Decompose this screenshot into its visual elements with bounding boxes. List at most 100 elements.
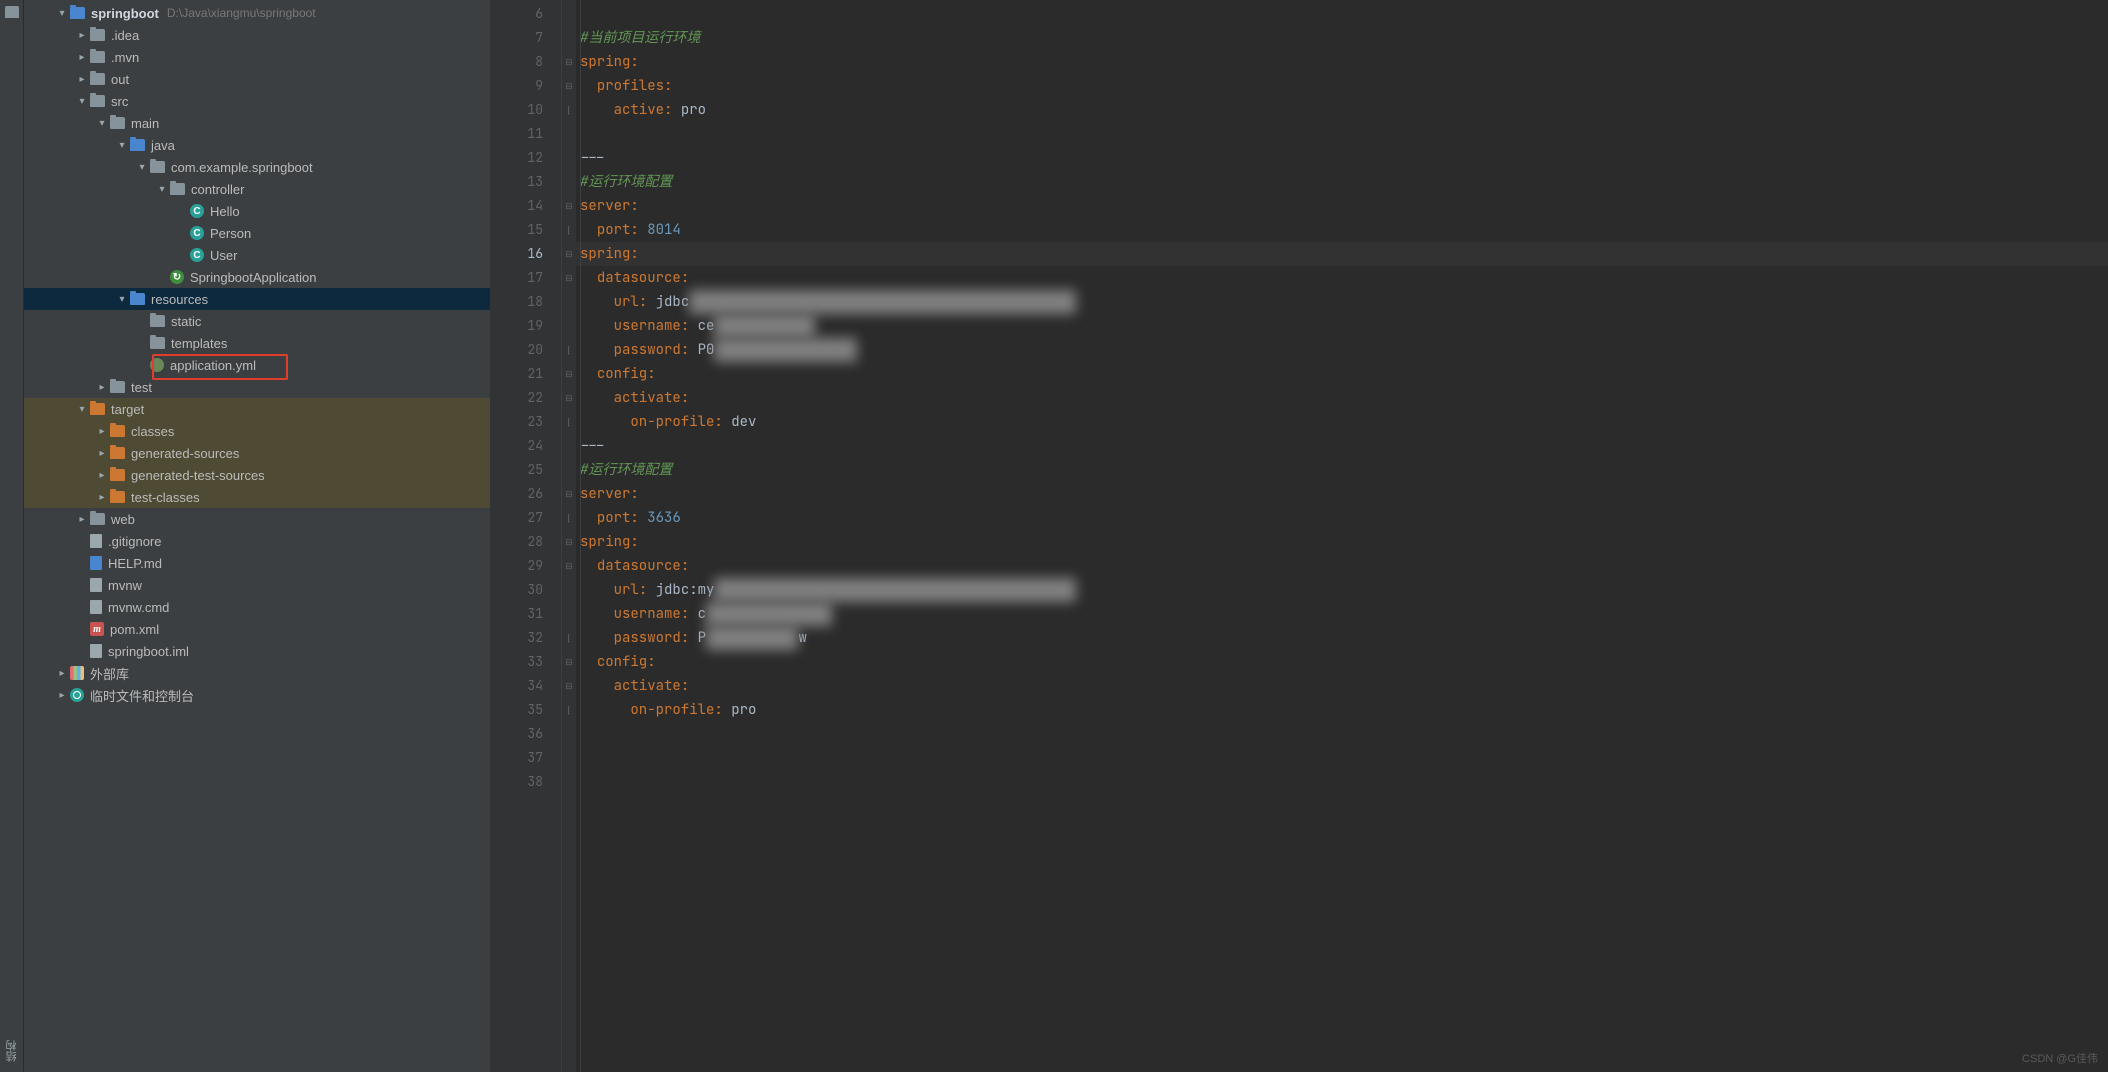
line-number[interactable]: 25 [490,458,543,482]
tree-item-mvnw-cmd[interactable]: mvnw.cmd [24,596,490,618]
code-line[interactable]: port: 8014 [576,218,2108,242]
line-number[interactable]: 35 [490,698,543,722]
project-tree[interactable]: springboot D:\Java\xiangmu\springboot .i… [24,0,490,1072]
fold-marker[interactable]: ⊟ [562,674,576,698]
chevron-right-icon[interactable] [94,470,110,481]
tree-item-iml[interactable]: springboot.iml [24,640,490,662]
line-number[interactable]: 17 [490,266,543,290]
tree-item-package[interactable]: com.example.springboot [24,156,490,178]
fold-marker[interactable]: ⌊ [562,626,576,650]
fold-marker[interactable]: ⊟ [562,530,576,554]
tree-item-ext-libs[interactable]: 外部库 [24,662,490,684]
tree-item-application-yml[interactable]: application.yml [24,354,490,376]
code-line[interactable]: datasource: [576,266,2108,290]
chevron-down-icon[interactable] [134,162,150,173]
structure-tool-tab[interactable]: 结构 [4,1040,20,1062]
line-number[interactable]: 24 [490,434,543,458]
fold-marker[interactable]: ⊟ [562,554,576,578]
line-number[interactable]: 30 [490,578,543,602]
code-line[interactable]: #运行环境配置 [576,458,2108,482]
line-number[interactable]: 23 [490,410,543,434]
code-line[interactable]: port: 3636 [576,506,2108,530]
code-line[interactable]: activate: [576,674,2108,698]
chevron-right-icon[interactable] [94,426,110,437]
chevron-down-icon[interactable] [154,184,170,195]
code-line[interactable] [576,722,2108,746]
tree-item-test-classes[interactable]: test-classes [24,486,490,508]
chevron-down-icon[interactable] [74,404,90,415]
line-number[interactable]: 32 [490,626,543,650]
tree-item-help[interactable]: HELP.md [24,552,490,574]
line-number[interactable]: 16 [490,242,543,266]
code-line[interactable]: #运行环境配置 [576,170,2108,194]
line-number[interactable]: 34 [490,674,543,698]
tree-item-scratches[interactable]: 临时文件和控制台 [24,684,490,706]
code-line[interactable] [576,770,2108,794]
tree-item-web[interactable]: web [24,508,490,530]
tree-item-templates[interactable]: templates [24,332,490,354]
code-line[interactable] [576,2,2108,26]
chevron-right-icon[interactable] [54,668,70,679]
fold-marker[interactable]: ⊟ [562,386,576,410]
line-number[interactable]: 7 [490,26,543,50]
chevron-right-icon[interactable] [74,30,90,41]
fold-marker[interactable]: ⊟ [562,362,576,386]
code-line[interactable]: username: ce [576,314,2108,338]
code-editor[interactable]: 6789101112131415161718192021222324252627… [490,0,2108,1072]
code-line[interactable]: --- [576,434,2108,458]
line-number[interactable]: 26 [490,482,543,506]
code-line[interactable]: config: [576,362,2108,386]
line-number[interactable]: 20 [490,338,543,362]
line-number[interactable]: 13 [490,170,543,194]
fold-marker[interactable]: ⊟ [562,482,576,506]
code-line[interactable] [576,746,2108,770]
chevron-down-icon[interactable] [94,118,110,129]
tree-item-test[interactable]: test [24,376,490,398]
code-line[interactable]: on-profile: pro [576,698,2108,722]
code-line[interactable]: --- [576,146,2108,170]
code-line[interactable]: password: P w [576,626,2108,650]
tree-item-classes[interactable]: classes [24,420,490,442]
fold-marker[interactable]: ⌊ [562,410,576,434]
line-number[interactable]: 38 [490,770,543,794]
chevron-right-icon[interactable] [54,690,70,701]
tree-item-resources[interactable]: resources [24,288,490,310]
tree-item-gitignore[interactable]: .gitignore [24,530,490,552]
code-line[interactable]: activate: [576,386,2108,410]
line-number[interactable]: 8 [490,50,543,74]
tree-item-gen-test-sources[interactable]: generated-test-sources [24,464,490,486]
fold-marker[interactable]: ⊟ [562,242,576,266]
chevron-down-icon[interactable] [114,140,130,151]
tool-window-bar-left[interactable]: 结构 [0,0,24,1072]
line-number[interactable]: 31 [490,602,543,626]
code-line[interactable]: server: [576,194,2108,218]
tree-item-out[interactable]: out [24,68,490,90]
line-number[interactable]: 19 [490,314,543,338]
line-number[interactable]: 14 [490,194,543,218]
fold-gutter[interactable]: ⊟⊟⌊⊟⌊⊟⊟⌊⊟⊟⌊⊟⌊⊟⊟⌊⊟⊟⌊ [562,0,576,1072]
chevron-right-icon[interactable] [74,514,90,525]
code-line[interactable]: datasource: [576,554,2108,578]
chevron-right-icon[interactable] [74,74,90,85]
code-line[interactable]: spring: [576,242,2108,266]
code-line[interactable]: #当前项目运行环境 [576,26,2108,50]
line-number[interactable]: 12 [490,146,543,170]
chevron-down-icon[interactable] [114,294,130,305]
tree-item-src[interactable]: src [24,90,490,112]
fold-marker[interactable]: ⌊ [562,698,576,722]
fold-marker[interactable]: ⊟ [562,74,576,98]
tree-item-controller[interactable]: controller [24,178,490,200]
fold-marker[interactable]: ⌊ [562,506,576,530]
line-number-gutter[interactable]: 6789101112131415161718192021222324252627… [490,0,562,1072]
fold-marker[interactable]: ⊟ [562,650,576,674]
line-number[interactable]: 22 [490,386,543,410]
line-number[interactable]: 37 [490,746,543,770]
code-line[interactable]: server: [576,482,2108,506]
fold-marker[interactable]: ⊟ [562,266,576,290]
chevron-right-icon[interactable] [94,382,110,393]
code-line[interactable]: active: pro [576,98,2108,122]
project-tool-icon[interactable] [5,6,19,18]
fold-marker[interactable]: ⌊ [562,218,576,242]
code-line[interactable]: config: [576,650,2108,674]
tree-item-mvnw[interactable]: mvnw [24,574,490,596]
